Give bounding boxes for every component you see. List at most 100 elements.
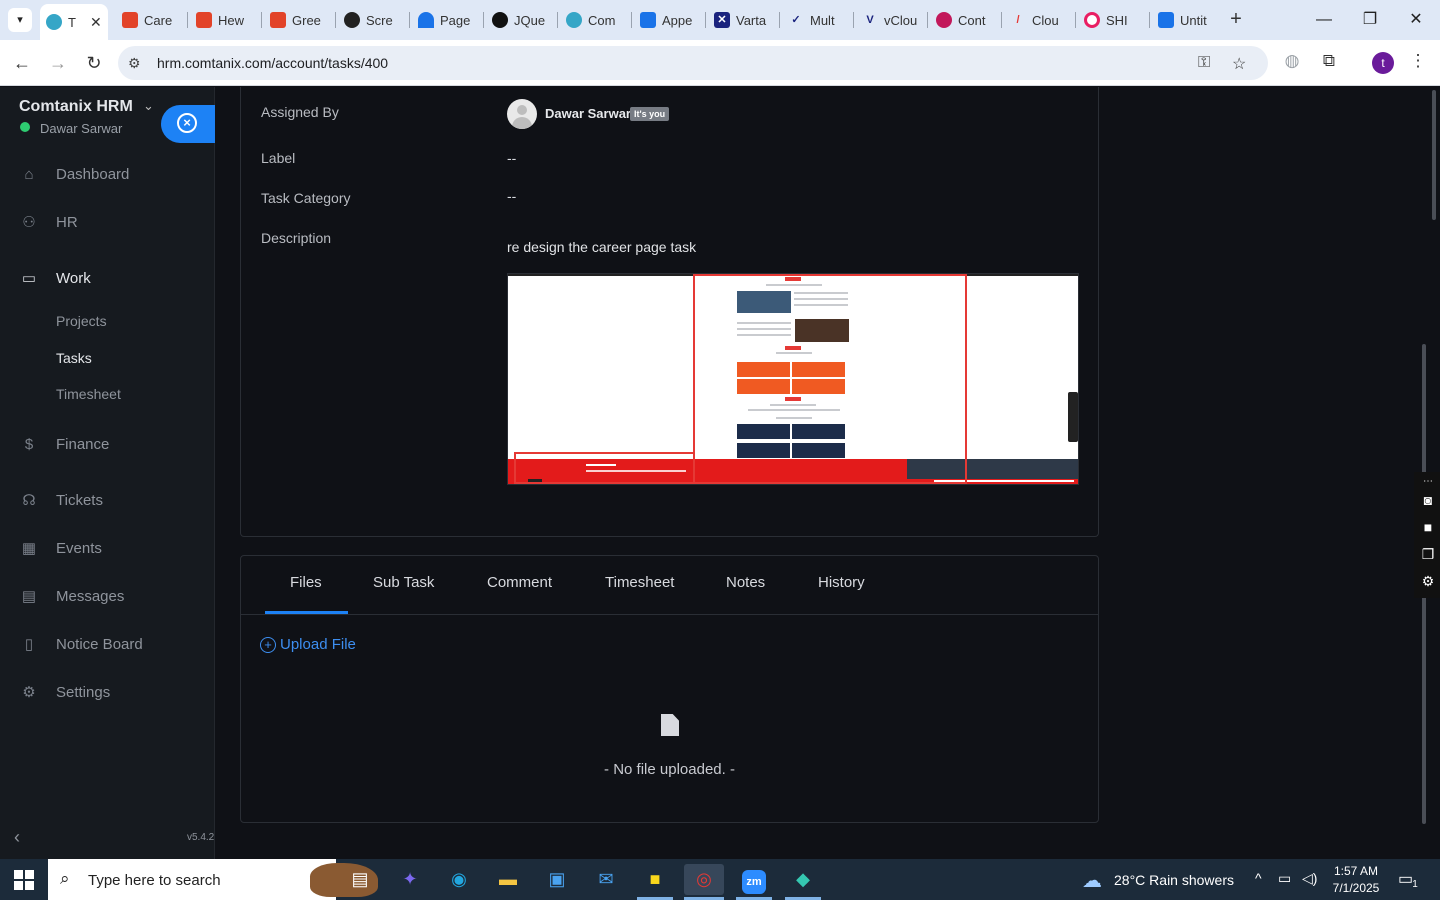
chrome-icon[interactable]: ◎ [684, 864, 724, 895]
empty-files-message: - No file uploaded. - [604, 761, 735, 778]
sidebar: Comtanix HRM ⌄ Dawar Sarwar × ⌂ Dashboar… [0, 87, 215, 859]
chevron-down-icon[interactable]: ⌄ [143, 98, 154, 114]
collapse-sidebar-icon[interactable]: ‹ [14, 827, 20, 848]
browser-tab[interactable]: Gree [264, 5, 336, 35]
zoom-icon[interactable]: zm [734, 864, 774, 895]
network-icon[interactable]: ▭ [1278, 870, 1291, 887]
camera-icon[interactable]: ◙ [1419, 492, 1437, 508]
browser-tab[interactable]: Scre [338, 5, 410, 35]
tab-history[interactable]: History [818, 574, 865, 591]
tab-comment[interactable]: Comment [487, 574, 552, 591]
browser-tab[interactable]: ✕ Varta [708, 5, 780, 35]
weather-text[interactable]: 28°C Rain showers [1114, 872, 1234, 888]
browser-tab[interactable]: Care [116, 5, 188, 35]
url-text[interactable]: hrm.comtanix.com/account/tasks/400 [157, 55, 388, 71]
tab-sub-task[interactable]: Sub Task [373, 574, 434, 591]
browser-tab[interactable]: / Clou [1004, 5, 1076, 35]
password-key-icon[interactable]: ⚿ [1198, 54, 1210, 72]
brand-name[interactable]: Comtanix HRM [19, 98, 133, 116]
task-tabs: Files Sub Task Comment Timesheet Notes H… [241, 556, 1098, 615]
browser-tab[interactable]: T ✕ [40, 4, 108, 40]
sidebar-item-events[interactable]: ▦ Events [0, 528, 215, 568]
more-icon[interactable]: ⋯ [1419, 474, 1437, 490]
minimize-button[interactable]: — [1302, 6, 1346, 34]
back-button[interactable]: ← [10, 51, 34, 75]
sidebar-subitem-tasks[interactable]: Tasks [56, 350, 92, 366]
sidebar-item-finance[interactable]: $ Finance [0, 424, 215, 464]
gear-icon[interactable]: ⚙ [1419, 573, 1437, 589]
avatar[interactable] [507, 99, 537, 129]
briefcase-icon: ▭ [21, 270, 37, 287]
browser-tab[interactable]: JQue [486, 5, 558, 35]
comtanix-app-icon[interactable]: ◆ [783, 864, 823, 895]
browser-tab[interactable]: SHI [1078, 5, 1150, 35]
volume-icon[interactable]: ◁) [1302, 870, 1317, 887]
forward-button[interactable]: → [46, 51, 70, 75]
tab-notes[interactable]: Notes [726, 574, 765, 591]
mail-icon[interactable]: ✉ [586, 864, 626, 895]
browser-tab[interactable]: Com [560, 5, 632, 35]
upload-file-button[interactable]: + Upload File [260, 636, 356, 653]
browser-tab[interactable]: Page [412, 5, 484, 35]
sidebar-item-work[interactable]: ▭ Work [0, 258, 215, 298]
close-window-button[interactable]: ✕ [1394, 6, 1438, 34]
clock-date[interactable]: 7/1/2025 [1326, 881, 1386, 895]
window-icon[interactable]: ❐ [1419, 546, 1437, 562]
sidebar-subitem-timesheet[interactable]: Timesheet [56, 386, 121, 402]
browser-tab[interactable]: Cont [930, 5, 1002, 35]
task-category-label: Task Category [261, 190, 351, 206]
copilot-icon[interactable]: ✦ [390, 864, 430, 895]
close-icon: × [177, 113, 197, 133]
assigned-by-name[interactable]: Dawar Sarwar [545, 106, 631, 121]
weather-icon[interactable]: ☁ [1082, 868, 1102, 893]
sidebar-item-messages[interactable]: ▤ Messages [0, 576, 215, 616]
active-tab-indicator [265, 611, 348, 614]
clipboard-icon: ▯ [24, 636, 34, 653]
sidebar-item-settings[interactable]: ⚙ Settings [0, 672, 215, 712]
browser-tab[interactable]: ✓ Mult [782, 5, 854, 35]
video-camera-icon[interactable]: ■ [1419, 519, 1437, 535]
new-tab-button[interactable]: + [1225, 8, 1247, 30]
browser-tab[interactable]: V vClou [856, 5, 928, 35]
sidebar-subitem-projects[interactable]: Projects [56, 313, 107, 329]
windows-start-button[interactable] [14, 870, 34, 890]
close-sidebar-button[interactable]: × [161, 105, 215, 143]
close-tab-icon[interactable]: ✕ [90, 14, 102, 31]
file-explorer-icon[interactable]: ▬ [488, 864, 528, 895]
browser-menu-icon[interactable]: ⋮ [1406, 51, 1430, 71]
profile-avatar[interactable]: t [1372, 52, 1394, 74]
sidebar-item-hr[interactable]: ⚇ HR [0, 202, 215, 242]
show-hidden-icons-icon[interactable]: ^ [1255, 870, 1262, 886]
sidebar-item-dashboard[interactable]: ⌂ Dashboard [0, 154, 215, 194]
reload-button[interactable]: ↻ [82, 51, 106, 75]
store-icon[interactable]: ▣ [537, 864, 577, 895]
description-label: Description [261, 230, 332, 246]
plus-circle-icon: + [260, 636, 276, 653]
sidebar-item-tickets[interactable]: ☊ Tickets [0, 480, 215, 520]
browser-tab[interactable]: Untit [1152, 5, 1224, 35]
task-view-icon[interactable]: ▤ [340, 864, 380, 895]
tab-files[interactable]: Files [290, 574, 322, 591]
label-label: Label [261, 150, 296, 166]
bookmark-star-icon[interactable]: ☆ [1232, 54, 1246, 74]
scrollbar-thumb[interactable] [1432, 90, 1436, 220]
taskbar-search-input[interactable]: ⌕ Type here to search [48, 859, 378, 900]
edge-icon[interactable]: ◉ [439, 864, 479, 895]
tab-search-dropdown[interactable]: ▾ [8, 8, 32, 32]
comtanix-icon [566, 12, 582, 28]
description-text: re design the career page task [507, 239, 697, 255]
globe-icon[interactable]: ◍ [1280, 51, 1304, 71]
tab-timesheet[interactable]: Timesheet [605, 574, 674, 591]
browser-tab[interactable]: Appe [634, 5, 706, 35]
omnibox[interactable]: ⚙ hrm.comtanix.com/account/tasks/400 ⚿ ☆ [118, 46, 1268, 80]
description-screenshot-image[interactable] [507, 273, 1079, 485]
clock-time[interactable]: 1:57 AM [1326, 864, 1386, 878]
site-info-icon[interactable]: ⚙ [128, 55, 141, 72]
task-details-card: Assigned By Dawar Sarwar It's you Label … [240, 87, 1099, 537]
extensions-icon[interactable]: ⧉ [1317, 51, 1341, 71]
sticky-notes-icon[interactable]: ■ [635, 864, 675, 895]
sidebar-item-notice-board[interactable]: ▯ Notice Board [0, 624, 215, 664]
restore-button[interactable]: ❐ [1348, 6, 1392, 34]
browser-tab[interactable]: Hew [190, 5, 262, 35]
users-icon: ⚇ [22, 214, 36, 231]
